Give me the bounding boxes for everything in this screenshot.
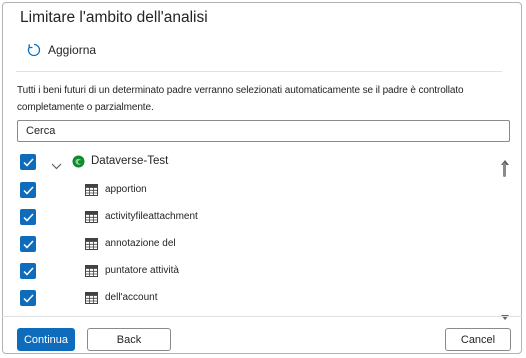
dialog-title: Limitare l'ambito dell'analisi	[20, 9, 208, 26]
tree-root-label: Dataverse-Test	[91, 155, 169, 167]
refresh-label: Aggiorna	[48, 43, 97, 57]
checkmark-icon	[22, 239, 34, 249]
table-row[interactable]: annotazione del	[17, 234, 487, 254]
checkmark-icon	[22, 185, 34, 195]
checkmark-icon	[22, 293, 34, 303]
asset-tree: Dataverse-Test apportion activityfileatt…	[17, 150, 497, 314]
table-icon	[85, 237, 98, 255]
checkmark-icon	[22, 266, 34, 276]
search-input[interactable]	[17, 120, 510, 142]
item-checkbox[interactable]	[20, 209, 36, 225]
table-row-label: puntatore attività	[105, 265, 179, 276]
footer-divider	[2, 316, 522, 317]
chevron-down-icon[interactable]	[51, 157, 62, 175]
table-icon	[85, 264, 98, 282]
table-row-label: activityfileattachment	[105, 211, 198, 222]
table-icon	[85, 183, 98, 201]
root-checkbox[interactable]	[20, 154, 36, 170]
item-checkbox[interactable]	[20, 182, 36, 198]
tree-scrollbar[interactable]	[498, 152, 512, 320]
continue-button[interactable]: Continua	[17, 328, 75, 351]
item-checkbox[interactable]	[20, 290, 36, 306]
back-button[interactable]: Back	[87, 328, 171, 351]
scroll-down-icon[interactable]	[501, 308, 509, 326]
table-row[interactable]: puntatore attività	[17, 261, 487, 281]
table-icon	[85, 291, 98, 309]
table-icon	[85, 210, 98, 228]
toolbar-divider	[16, 71, 502, 72]
table-row[interactable]: dell'account	[17, 288, 487, 308]
checkmark-icon	[22, 157, 34, 167]
cancel-button[interactable]: Cancel	[445, 328, 511, 351]
item-checkbox[interactable]	[20, 236, 36, 252]
table-row-label: apportion	[105, 184, 147, 195]
dataverse-logo-icon	[72, 155, 85, 173]
item-checkbox[interactable]	[20, 263, 36, 279]
table-row[interactable]: apportion	[17, 180, 487, 200]
refresh-button[interactable]: Aggiorna	[27, 43, 96, 57]
scroll-thumb[interactable]	[503, 163, 506, 177]
description-text: Tutti i beni futuri di un determinato pa…	[17, 85, 464, 113]
tree-root-row[interactable]: Dataverse-Test	[17, 152, 487, 172]
table-row-label: annotazione del	[105, 238, 176, 249]
checkmark-icon	[22, 212, 34, 222]
refresh-icon	[27, 43, 41, 57]
table-row[interactable]: activityfileattachment	[17, 207, 487, 227]
table-row-label: dell'account	[105, 292, 158, 303]
